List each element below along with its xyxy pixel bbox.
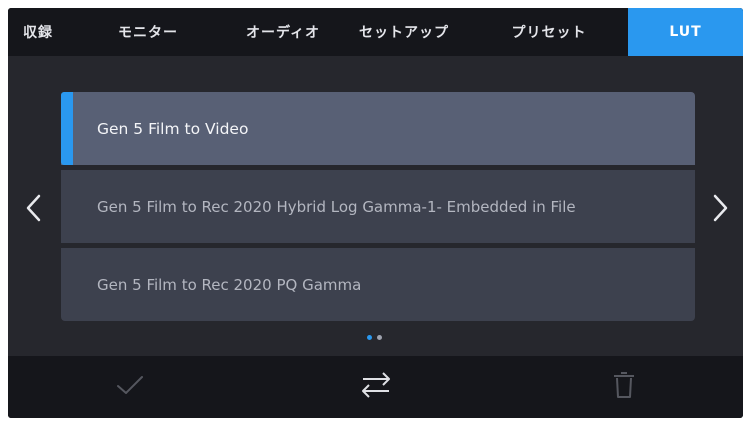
transfer-button[interactable] bbox=[346, 356, 406, 418]
lut-item-label: Gen 5 Film to Rec 2020 PQ Gamma bbox=[97, 275, 362, 294]
trash-icon bbox=[611, 370, 637, 404]
tab-lut[interactable]: LUT bbox=[628, 8, 743, 56]
lut-screen: 収録 モニター オーディオ セットアップ プリセット LUT Gen 5 Fil… bbox=[8, 8, 743, 418]
apply-button[interactable] bbox=[100, 356, 160, 418]
selection-indicator bbox=[61, 92, 73, 165]
page-dot bbox=[377, 335, 382, 340]
lut-item-gen5-film-to-video[interactable]: Gen 5 Film to Video bbox=[61, 92, 695, 165]
page-indicator bbox=[367, 335, 382, 340]
swap-arrows-icon bbox=[359, 370, 393, 404]
tab-monitor[interactable]: モニター bbox=[68, 8, 228, 56]
lut-item-label: Gen 5 Film to Rec 2020 Hybrid Log Gamma-… bbox=[97, 197, 576, 216]
checkmark-icon bbox=[115, 373, 145, 401]
lut-item-label: Gen 5 Film to Video bbox=[97, 119, 249, 138]
chevron-left-icon[interactable] bbox=[22, 188, 46, 228]
delete-button[interactable] bbox=[594, 356, 654, 418]
page-dot-active bbox=[367, 335, 372, 340]
chevron-right-icon[interactable] bbox=[708, 188, 732, 228]
tab-setup[interactable]: セットアップ bbox=[338, 8, 470, 56]
tab-record[interactable]: 収録 bbox=[8, 8, 68, 56]
tab-audio[interactable]: オーディオ bbox=[228, 8, 338, 56]
tab-bar: 収録 モニター オーディオ セットアップ プリセット LUT bbox=[8, 8, 743, 56]
bottom-toolbar bbox=[8, 356, 743, 418]
lut-item-gen5-pq[interactable]: Gen 5 Film to Rec 2020 PQ Gamma bbox=[61, 248, 695, 321]
tab-presets[interactable]: プリセット bbox=[470, 8, 628, 56]
lut-item-gen5-hlg[interactable]: Gen 5 Film to Rec 2020 Hybrid Log Gamma-… bbox=[61, 170, 695, 243]
lut-list: Gen 5 Film to Video Gen 5 Film to Rec 20… bbox=[61, 92, 695, 321]
